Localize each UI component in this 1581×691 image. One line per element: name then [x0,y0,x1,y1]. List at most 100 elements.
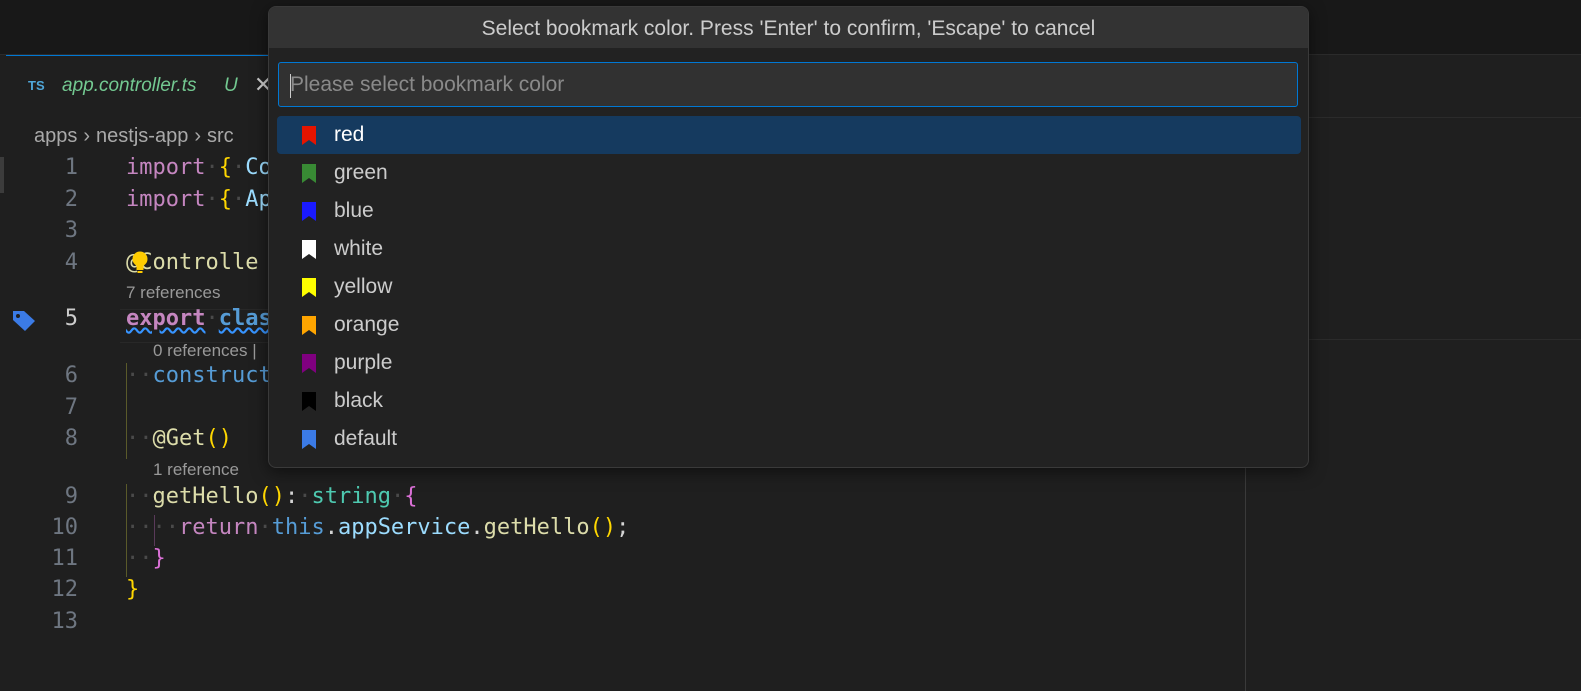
bookmark-color-input[interactable] [278,62,1298,107]
color-option-label: blue [334,199,374,222]
breadcrumb-item-src[interactable]: src [207,125,234,147]
whitespace: · [231,187,246,212]
bookmark-icon [302,240,316,259]
function-name: getHello [152,484,259,509]
chevron-right-icon: › [83,125,91,148]
whitespace: · [258,515,272,540]
breadcrumb-item-apps[interactable]: apps [34,125,77,147]
line-number: 2 [64,187,78,212]
parens: () [589,515,617,540]
code-line-10[interactable]: ····return·this.appService.getHello(); [126,515,629,540]
color-option-blue[interactable]: blue [277,192,1301,230]
line-number: 4 [64,250,78,275]
bookmark-icon [302,278,316,297]
line-number: 6 [64,363,78,388]
color-option-label: green [334,161,388,184]
code-line-5[interactable]: export·clas [126,306,272,331]
brace: { [218,187,232,212]
color-option-label: black [334,389,384,412]
whitespace: · [390,484,405,509]
whitespace: · [205,187,219,212]
code-line-1[interactable]: import·{·Co [126,155,272,180]
color-option-label: default [334,427,398,450]
whitespace: · [205,155,219,180]
codelens-references[interactable]: 1 reference [153,460,239,480]
line-number: 8 [64,426,78,451]
whitespace: ·· [126,484,153,509]
tab-git-status: U [224,75,238,96]
color-option-orange[interactable]: orange [277,306,1301,344]
keyword: clas [218,306,272,331]
text-caret [290,74,291,98]
color-option-label: orange [334,313,400,336]
bookmark-tag-icon[interactable] [10,308,38,334]
breadcrumb-item-nestjs-app[interactable]: nestjs-app [96,125,188,147]
line-number: 3 [64,218,78,243]
brace: } [152,546,166,571]
semicolon: ; [616,515,630,540]
color-option-purple[interactable]: purple [277,344,1301,382]
bookmark-icon [302,126,316,145]
parens: () [205,426,232,451]
color-option-green[interactable]: green [277,154,1301,192]
code-line-12[interactable]: } [126,577,139,602]
code-line-11[interactable]: ··} [126,546,166,571]
line-number: 12 [51,577,79,602]
brace: { [218,155,232,180]
bookmark-icon [302,392,316,411]
keyword: export [126,306,206,331]
dot: . [324,515,338,540]
line-number: 7 [64,395,78,420]
color-option-black[interactable]: black [277,382,1301,420]
activity-indicator [0,157,4,193]
code-line-6[interactable]: ··construct [126,363,272,388]
tab-app-controller[interactable]: TS app.controller.ts U ✕ [6,55,272,122]
color-option-label: purple [334,351,393,374]
code-line-8[interactable]: ··@Get() [126,426,232,451]
color-option-label: white [334,237,384,260]
whitespace: ·· [126,546,153,571]
whitespace: · [298,484,312,509]
quickpick-title: Select bookmark color. Press 'Enter' to … [269,7,1308,48]
keyword: this [271,515,325,540]
whitespace: · [231,155,246,180]
color-option-yellow[interactable]: yellow [277,268,1301,306]
bookmark-icon [302,202,316,221]
color-option-red[interactable]: red [277,116,1301,154]
bookmark-icon [302,354,316,373]
bookmark-icon [302,164,316,183]
line-number: 9 [64,484,78,509]
whitespace: ···· [126,515,179,540]
color-option-label: red [334,123,365,146]
keyword: return [178,515,259,540]
color-options-list: red green blue white yellow orange purple black… [277,116,1301,458]
decorator: @Get [152,426,206,451]
keyword: import [126,187,206,212]
whitespace: · [205,306,219,331]
whitespace: ·· [126,363,153,388]
brace: { [404,484,418,509]
bookmark-icon [302,316,316,335]
function-name: getHello [483,515,590,540]
bookmark-icon [302,430,316,449]
line-number: 11 [51,546,79,571]
typescript-icon: TS [28,78,45,93]
whitespace: ·· [126,426,153,451]
code-line-9[interactable]: ··getHello():·string·{ [126,484,417,509]
lightbulb-icon[interactable] [130,250,150,276]
color-option-white[interactable]: white [277,230,1301,268]
color-option-label: yellow [334,275,393,298]
chevron-right-icon: › [194,125,201,148]
colon: : [284,484,299,509]
brace: } [126,577,140,602]
keyword: construct [152,363,272,388]
code-line-2[interactable]: import·{·Ap [126,187,272,212]
keyword: import [126,155,206,180]
codelens-references[interactable]: 0 references | [153,341,257,361]
color-option-default[interactable]: default [277,420,1301,458]
parens: () [258,484,285,509]
codelens-references[interactable]: 7 references [126,283,221,303]
dot: . [470,515,484,540]
breadcrumb: apps › nestjs-app › src [34,125,234,151]
tab-filename: app.controller.ts [62,75,197,96]
